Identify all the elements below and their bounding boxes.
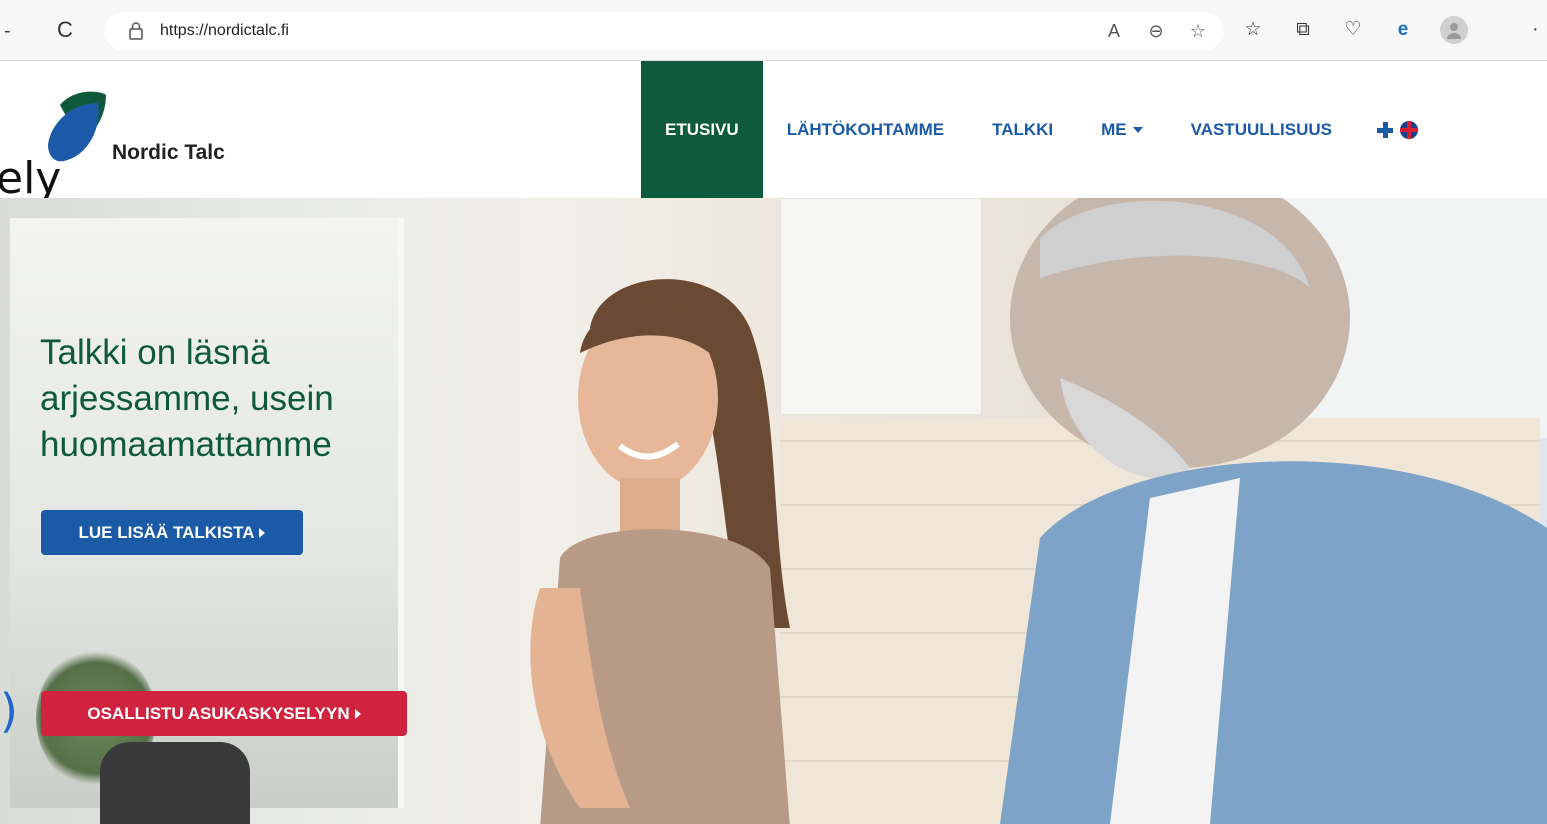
woman-photo	[530, 279, 790, 824]
browser-toolbar: - C https://nordictalc.fi A ⊖ ☆ ☆ ⧉ ♡ e …	[0, 0, 1547, 61]
nav-etusivu[interactable]: ETUSIVU	[641, 61, 763, 198]
man-photo	[1000, 198, 1547, 824]
nav-vastuullisuus[interactable]: VASTUULLISUUS	[1167, 61, 1356, 198]
favorites-list-icon[interactable]: ☆	[1240, 17, 1266, 43]
nav-me[interactable]: ME	[1077, 61, 1167, 198]
uk-flag-icon[interactable]	[1400, 120, 1418, 139]
site-header: Nordic Talc ely ETUSIVU LÄHTÖKOHTAMME TA…	[0, 61, 1547, 204]
url-text[interactable]: https://nordictalc.fi	[160, 22, 289, 40]
nav-label: VASTUULLISUUS	[1190, 119, 1332, 139]
back-button[interactable]: -	[4, 20, 11, 43]
more-menu-icon[interactable]: ·	[1532, 18, 1539, 41]
nav-label: ETUSIVU	[665, 119, 739, 139]
chevron-down-icon	[1132, 126, 1143, 133]
hero-title-line: arjessamme, usein	[40, 379, 334, 418]
survey-button[interactable]: OSALLISTU ASUKASKYSELYYN	[41, 691, 407, 736]
logo-text[interactable]: Nordic Talc	[112, 141, 225, 165]
hero-section: Talkki on läsnä arjessamme, usein huomaa…	[0, 198, 1547, 824]
profile-avatar-icon[interactable]	[1440, 16, 1468, 44]
nav-label: ME	[1101, 119, 1127, 139]
address-bar[interactable]: https://nordictalc.fi A ⊖ ☆	[104, 12, 1224, 50]
favorite-star-icon[interactable]: ☆	[1186, 19, 1210, 43]
overlay-paren: )	[0, 684, 18, 738]
chevron-right-icon	[259, 527, 266, 538]
survey-label: OSALLISTU ASUKASKYSELYYN	[87, 703, 350, 723]
finnish-flag-icon[interactable]	[1376, 121, 1394, 139]
read-more-label: LUE LISÄÄ TALKISTA	[78, 522, 255, 542]
main-nav: ETUSIVU LÄHTÖKOHTAMME TALKKI ME VASTUULL…	[641, 61, 1418, 198]
edge-icon[interactable]: e	[1390, 17, 1416, 43]
language-switcher	[1356, 61, 1418, 198]
reload-icon[interactable]: C	[52, 17, 78, 43]
read-aloud-icon[interactable]: A	[1102, 19, 1126, 43]
read-more-button[interactable]: LUE LISÄÄ TALKISTA	[41, 510, 303, 555]
nav-talkki[interactable]: TALKKI	[968, 61, 1077, 198]
hero-title-line: Talkki on läsnä	[40, 333, 270, 372]
page-info-icon[interactable]	[126, 21, 146, 41]
nav-label: LÄHTÖKOHTAMME	[786, 119, 945, 139]
chevron-right-icon	[354, 708, 361, 719]
browser-essentials-icon[interactable]: ♡	[1340, 17, 1366, 43]
kettle-decor	[100, 742, 250, 824]
hero-title-line: huomaamattamme	[40, 425, 332, 464]
hero-title: Talkki on läsnä arjessamme, usein huomaa…	[40, 330, 410, 468]
nav-label: TALKKI	[992, 119, 1054, 139]
nav-lahtokohtamme[interactable]: LÄHTÖKOHTAMME	[763, 61, 968, 198]
collections-icon[interactable]: ⧉	[1290, 17, 1316, 43]
zoom-icon[interactable]: ⊖	[1144, 19, 1168, 43]
overlay-text: ely	[0, 153, 62, 204]
